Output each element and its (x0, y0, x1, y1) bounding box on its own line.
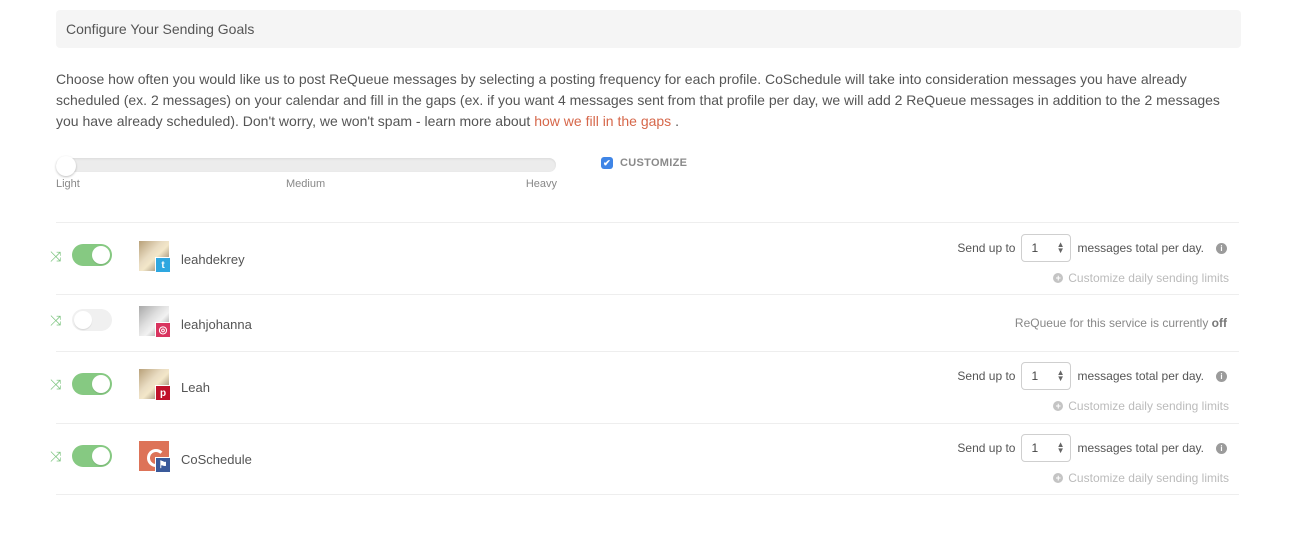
slider-label-medium: Medium (286, 178, 326, 190)
requeue-toggle[interactable] (72, 309, 112, 331)
requeue-toggle[interactable] (72, 445, 112, 467)
avatar: t (139, 241, 171, 273)
toggle-knob (92, 246, 110, 264)
profile-list: ⤨ t leahdekrey Send up to 1 ▲ ▼ messages … (50, 222, 1239, 495)
plus-circle-icon: + (1053, 273, 1064, 283)
profile-name: leahjohanna (181, 317, 252, 332)
plus-circle-icon: + (1053, 473, 1064, 483)
customize-limits-link[interactable]: + Customize daily sending limits (1053, 471, 1229, 485)
send-limit: Send up to 1 ▲ ▼ messages total per day. … (957, 434, 1227, 462)
twitter-icon: t (155, 257, 171, 273)
messages-per-day-stepper[interactable]: 1 ▲ ▼ (1021, 434, 1072, 462)
shuffle-icon: ⤨ (50, 376, 62, 392)
messages-per-day-stepper[interactable]: 1 ▲ ▼ (1021, 234, 1072, 262)
profile-row: ⤨ t leahdekrey Send up to 1 ▲ ▼ messages … (50, 222, 1239, 294)
avatar: ⚑ (139, 441, 171, 473)
profile-name: leahdekrey (181, 252, 245, 267)
slider-label-heavy: Heavy (525, 178, 557, 190)
info-icon[interactable]: i (1216, 370, 1227, 382)
avatar: p (139, 369, 171, 401)
plus-circle-icon: + (1053, 401, 1064, 411)
toggle-knob (92, 447, 110, 465)
send-limit: Send up to 1 ▲ ▼ messages total per day. … (957, 362, 1227, 390)
info-icon[interactable]: i (1216, 242, 1227, 254)
requeue-toggle[interactable] (72, 244, 112, 266)
requeue-toggle[interactable] (72, 373, 112, 395)
section-title: Configure Your Sending Goals (66, 21, 255, 37)
shuffle-icon: ⤨ (50, 312, 62, 328)
customize-label: CUSTOMIZE (620, 157, 688, 169)
customize-checkbox[interactable]: ✔ CUSTOMIZE (601, 157, 687, 169)
instagram-icon: ◎ (155, 322, 171, 338)
messages-per-day-stepper[interactable]: 1 ▲ ▼ (1021, 362, 1072, 390)
info-icon[interactable]: i (1216, 442, 1227, 454)
shuffle-icon: ⤨ (50, 448, 62, 464)
slider-track[interactable] (56, 158, 556, 172)
toggle-knob (92, 375, 110, 393)
intro-text: Choose how often you would like us to po… (56, 71, 1220, 129)
customize-limits-link[interactable]: + Customize daily sending limits (1053, 399, 1229, 413)
profile-row: ⤨ p Leah Send up to 1 ▲ ▼ messages total … (50, 351, 1239, 423)
profile-name: Leah (181, 380, 210, 395)
stepper-arrows-icon[interactable]: ▲ ▼ (1057, 241, 1065, 255)
toggle-knob (74, 311, 92, 329)
avatar: ◎ (139, 306, 171, 338)
stepper-arrows-icon[interactable]: ▲ ▼ (1057, 441, 1065, 455)
stepper-arrows-icon[interactable]: ▲ ▼ (1057, 369, 1065, 383)
requeue-off-status: ReQueue for this service is currently of… (1014, 316, 1227, 330)
profile-row: ⤨ ◎ leahjohanna ReQueue for this service… (50, 294, 1239, 351)
pinterest-icon: p (155, 385, 171, 401)
facebook-page-icon: ⚑ (155, 457, 171, 473)
section-header: Configure Your Sending Goals (56, 10, 1241, 48)
fill-gaps-link[interactable]: how we fill in the gaps (534, 113, 671, 129)
slider-label-light: Light (56, 178, 80, 190)
checkbox-checked-icon[interactable]: ✔ (601, 157, 613, 169)
slider-handle[interactable] (56, 156, 76, 176)
profile-name: CoSchedule (181, 452, 252, 467)
customize-limits-link[interactable]: + Customize daily sending limits (1053, 271, 1229, 285)
profile-row: ⤨ ⚑ CoSchedule Send up to 1 ▲ ▼ messages … (50, 423, 1239, 495)
send-limit: Send up to 1 ▲ ▼ messages total per day. … (957, 234, 1227, 262)
shuffle-icon: ⤨ (50, 248, 62, 264)
